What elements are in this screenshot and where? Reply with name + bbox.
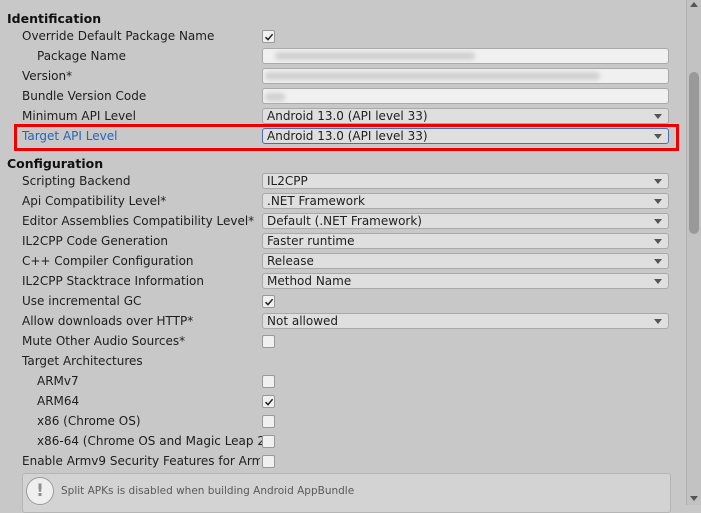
il2cpp-stacktrace-value: Method Name (267, 274, 352, 288)
il2cpp-stacktrace-dropdown[interactable]: Method Name (262, 273, 669, 289)
redacted-version (265, 72, 600, 80)
il2cpp-code-generation-row: IL2CPP Code Generation Faster runtime (0, 232, 686, 252)
api-compatibility-label: Api Compatibility Level* (22, 194, 167, 208)
checkmark-icon (264, 33, 274, 41)
package-name-row: Package Name (0, 47, 686, 67)
il2cpp-stacktrace-label: IL2CPP Stacktrace Information (22, 274, 204, 288)
override-package-name-checkbox[interactable] (262, 30, 275, 43)
allow-http-row: Allow downloads over HTTP* Not allowed (0, 312, 686, 332)
x86-64-label: x86-64 (Chrome OS and Magic Leap 2) (37, 434, 270, 448)
chevron-down-icon (654, 319, 662, 324)
armv9-security-checkbox[interactable] (262, 455, 275, 468)
scroll-down-icon[interactable] (690, 496, 698, 501)
target-api-highlight-box (14, 124, 679, 151)
api-compatibility-dropdown[interactable]: .NET Framework (262, 193, 669, 209)
il2cpp-stacktrace-row: IL2CPP Stacktrace Information Method Nam… (0, 272, 686, 292)
armv7-label: ARMv7 (37, 374, 79, 388)
chevron-down-icon (654, 219, 662, 224)
minimum-api-level-dropdown[interactable]: Android 13.0 (API level 33) (262, 108, 669, 124)
vertical-scrollbar[interactable] (686, 0, 701, 505)
incremental-gc-row: Use incremental GC (0, 292, 686, 312)
x86-64-checkbox[interactable] (262, 435, 275, 448)
editor-assemblies-label: Editor Assemblies Compatibility Level* (22, 214, 255, 228)
arm64-label: ARM64 (37, 394, 80, 408)
help-message-box: ! Split APKs is disabled when building A… (22, 473, 671, 513)
il2cpp-code-generation-label: IL2CPP Code Generation (22, 234, 169, 248)
checkmark-icon (264, 298, 274, 306)
editor-assemblies-dropdown[interactable]: Default (.NET Framework) (262, 213, 669, 229)
armv9-security-row: Enable Armv9 Security Features for Arm64 (0, 452, 686, 472)
exclamation-icon: ! (26, 477, 54, 505)
target-architectures-row: Target Architectures (0, 352, 686, 372)
checkmark-icon (264, 398, 274, 406)
chevron-down-icon (654, 239, 662, 244)
incremental-gc-checkbox[interactable] (262, 295, 275, 308)
scripting-backend-value: IL2CPP (267, 174, 308, 188)
chevron-down-icon (654, 259, 662, 264)
il2cpp-code-generation-value: Faster runtime (267, 234, 355, 248)
minimum-api-level-label: Minimum API Level (22, 109, 136, 123)
mute-audio-row: Mute Other Audio Sources* (0, 332, 686, 352)
editor-assemblies-row: Editor Assemblies Compatibility Level* D… (0, 212, 686, 232)
override-package-name-label: Override Default Package Name (22, 29, 215, 43)
package-name-label: Package Name (37, 49, 126, 63)
api-compatibility-value: .NET Framework (267, 194, 365, 208)
scripting-backend-label: Scripting Backend (22, 174, 131, 188)
chevron-down-icon (654, 179, 662, 184)
redacted-package-name (275, 52, 475, 60)
mute-audio-label: Mute Other Audio Sources* (22, 334, 186, 348)
help-message-text: Split APKs is disabled when building And… (61, 485, 355, 497)
armv7-checkbox[interactable] (262, 375, 275, 388)
incremental-gc-label: Use incremental GC (22, 294, 142, 308)
allow-http-value: Not allowed (267, 314, 339, 328)
allow-http-dropdown[interactable]: Not allowed (262, 313, 669, 329)
player-settings-panel: Identification Override Default Package … (0, 0, 686, 513)
armv9-security-label: Enable Armv9 Security Features for Arm64 (22, 454, 260, 468)
bundle-version-code-label: Bundle Version Code (22, 89, 147, 103)
cpp-compiler-dropdown[interactable]: Release (262, 253, 669, 269)
version-label: Version* (22, 69, 73, 83)
chevron-down-icon (654, 199, 662, 204)
allow-http-label: Allow downloads over HTTP* (22, 314, 194, 328)
scrollbar-thumb[interactable] (689, 72, 699, 234)
target-architectures-label: Target Architectures (22, 354, 143, 368)
x86-row: x86 (Chrome OS) (0, 412, 686, 432)
override-package-name-row: Override Default Package Name (0, 27, 686, 47)
arm64-row: ARM64 (0, 392, 686, 412)
chevron-down-icon (654, 279, 662, 284)
minimum-api-level-value: Android 13.0 (API level 33) (267, 109, 428, 123)
redacted-bundle-code (265, 93, 285, 101)
cpp-compiler-label: C++ Compiler Configuration (22, 254, 194, 268)
cpp-compiler-row: C++ Compiler Configuration Release (0, 252, 686, 272)
mute-audio-checkbox[interactable] (262, 335, 275, 348)
armv7-row: ARMv7 (0, 372, 686, 392)
bundle-version-code-row: Bundle Version Code (0, 87, 686, 107)
arm64-checkbox[interactable] (262, 395, 275, 408)
bundle-version-code-input[interactable] (262, 88, 669, 104)
cpp-compiler-value: Release (267, 254, 314, 268)
editor-assemblies-value: Default (.NET Framework) (267, 214, 422, 228)
identification-section-title: Identification (7, 11, 102, 26)
x86-label: x86 (Chrome OS) (37, 414, 141, 428)
version-row: Version* (0, 67, 686, 87)
configuration-section-title: Configuration (7, 156, 104, 171)
x86-checkbox[interactable] (262, 415, 275, 428)
il2cpp-code-generation-dropdown[interactable]: Faster runtime (262, 233, 669, 249)
api-compatibility-row: Api Compatibility Level* .NET Framework (0, 192, 686, 212)
chevron-down-icon (654, 114, 662, 119)
scripting-backend-dropdown[interactable]: IL2CPP (262, 173, 669, 189)
scroll-up-icon[interactable] (690, 2, 698, 7)
scripting-backend-row: Scripting Backend IL2CPP (0, 172, 686, 192)
x86-64-row: x86-64 (Chrome OS and Magic Leap 2) (0, 432, 686, 452)
